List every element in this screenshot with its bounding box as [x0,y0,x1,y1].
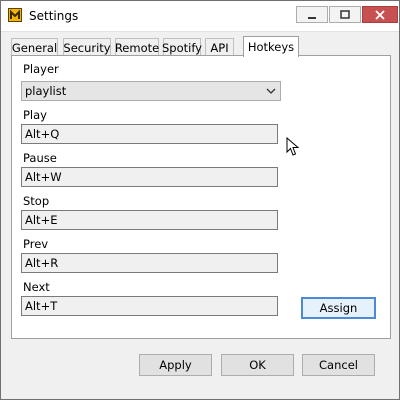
stop-label: Stop [23,194,50,208]
tab-general[interactable]: General [11,38,58,56]
tab-api[interactable]: API [205,38,234,56]
play-hotkey-field[interactable]: Alt+Q [21,124,278,144]
chevron-down-icon [266,88,276,94]
settings-window: Settings General Security Remote Spotify… [0,0,400,400]
close-button[interactable] [362,6,398,23]
tab-security[interactable]: Security [63,38,111,56]
player-label: Player [23,62,59,76]
window-title: Settings [29,9,79,23]
tab-hotkeys[interactable]: Hotkeys [243,36,299,57]
next-label: Next [23,280,50,294]
app-logo-icon [8,8,22,22]
pause-hotkey-field[interactable]: Alt+W [21,167,278,187]
tab-remote[interactable]: Remote [115,38,159,56]
mouse-pointer-icon [286,137,300,156]
maximize-button[interactable] [329,6,361,23]
ok-button[interactable]: OK [221,354,294,376]
cancel-button[interactable]: Cancel [302,354,375,376]
maximize-icon [340,9,350,19]
prev-label: Prev [23,237,49,251]
prev-hotkey-field[interactable]: Alt+R [21,253,278,273]
minimize-button[interactable] [296,6,328,23]
stop-hotkey-field[interactable]: Alt+E [21,210,278,230]
next-hotkey-field[interactable]: Alt+T [21,296,278,316]
player-select-value: playlist [25,84,67,98]
pause-label: Pause [23,151,57,165]
close-icon [375,9,385,20]
assign-button[interactable]: Assign [301,297,376,319]
tab-spotify[interactable]: Spotify [162,38,202,56]
play-label: Play [23,108,47,122]
title-bar[interactable]: Settings [1,1,399,32]
minimize-icon [308,16,316,19]
apply-button[interactable]: Apply [139,354,212,376]
player-select[interactable]: playlist [21,81,281,101]
